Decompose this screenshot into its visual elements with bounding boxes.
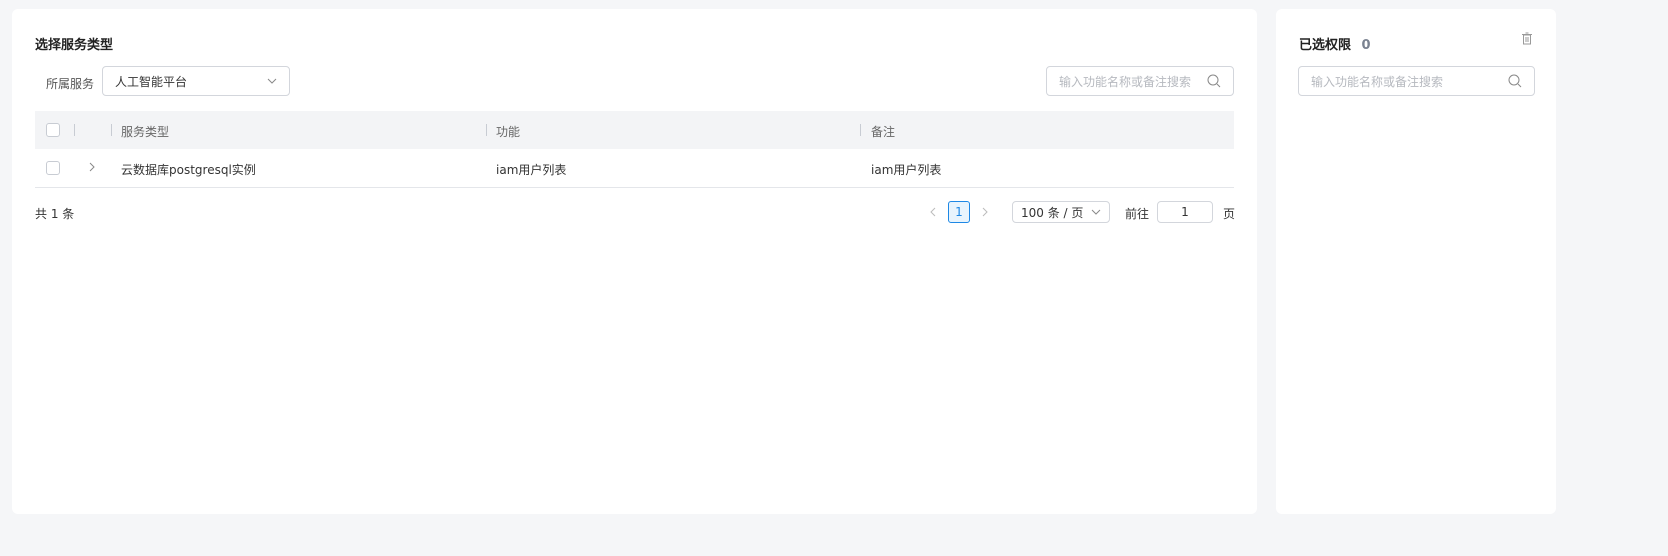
search-icon[interactable] bbox=[1207, 74, 1221, 88]
total-count: 共 1 条 bbox=[35, 207, 75, 221]
column-service-type: 服务类型 bbox=[121, 125, 170, 139]
service-select[interactable]: 人工智能平台 bbox=[102, 66, 290, 96]
chevron-right-icon[interactable] bbox=[88, 162, 96, 172]
cell-remark: iam用户列表 bbox=[871, 163, 942, 177]
table-row[interactable]: 云数据库postgresql实例 iam用户列表 iam用户列表 bbox=[35, 149, 1234, 188]
column-remark: 备注 bbox=[871, 125, 896, 139]
selected-title: 已选权限 0 bbox=[1299, 34, 1371, 53]
page-size-select[interactable]: 100 条 / 页 bbox=[1012, 201, 1110, 223]
chevron-down-icon bbox=[267, 78, 277, 84]
goto-label: 前往 bbox=[1125, 207, 1150, 221]
prev-page-icon[interactable] bbox=[929, 207, 937, 217]
divider bbox=[74, 124, 75, 136]
select-all-checkbox[interactable] bbox=[46, 123, 60, 137]
goto-page-input[interactable]: 1 bbox=[1157, 201, 1213, 223]
service-select-value: 人工智能平台 bbox=[115, 74, 188, 89]
panel-title: 选择服务类型 bbox=[35, 38, 114, 53]
search-placeholder: 输入功能名称或备注搜索 bbox=[1311, 74, 1444, 89]
page-1-button[interactable]: 1 bbox=[948, 201, 970, 223]
chevron-down-icon bbox=[1091, 209, 1101, 215]
next-page-icon[interactable] bbox=[981, 207, 989, 217]
search-placeholder: 输入功能名称或备注搜索 bbox=[1059, 74, 1192, 89]
table-header: 服务类型 功能 备注 bbox=[35, 111, 1234, 149]
function-search-input[interactable]: 输入功能名称或备注搜索 bbox=[1046, 66, 1234, 96]
selected-search-input[interactable]: 输入功能名称或备注搜索 bbox=[1298, 66, 1535, 96]
column-function: 功能 bbox=[496, 125, 521, 139]
divider bbox=[486, 124, 487, 136]
selected-title-label: 已选权限 bbox=[1299, 38, 1352, 53]
divider bbox=[111, 124, 112, 136]
divider bbox=[860, 124, 861, 136]
page-suffix: 页 bbox=[1223, 207, 1236, 221]
selected-permissions-panel: 已选权限 0 输入功能名称或备注搜索 bbox=[1276, 9, 1556, 514]
cell-function: iam用户列表 bbox=[496, 163, 567, 177]
service-selection-panel: 选择服务类型 所属服务 人工智能平台 输入功能名称或备注搜索 服务类型 功能 备… bbox=[12, 9, 1257, 514]
service-label: 所属服务 bbox=[46, 77, 95, 91]
page-size-value: 100 条 / 页 bbox=[1021, 205, 1084, 220]
row-checkbox[interactable] bbox=[46, 161, 60, 175]
cell-service-type: 云数据库postgresql实例 bbox=[121, 163, 256, 177]
selected-count: 0 bbox=[1361, 38, 1371, 53]
trash-icon[interactable] bbox=[1522, 32, 1532, 45]
search-icon[interactable] bbox=[1508, 74, 1522, 88]
